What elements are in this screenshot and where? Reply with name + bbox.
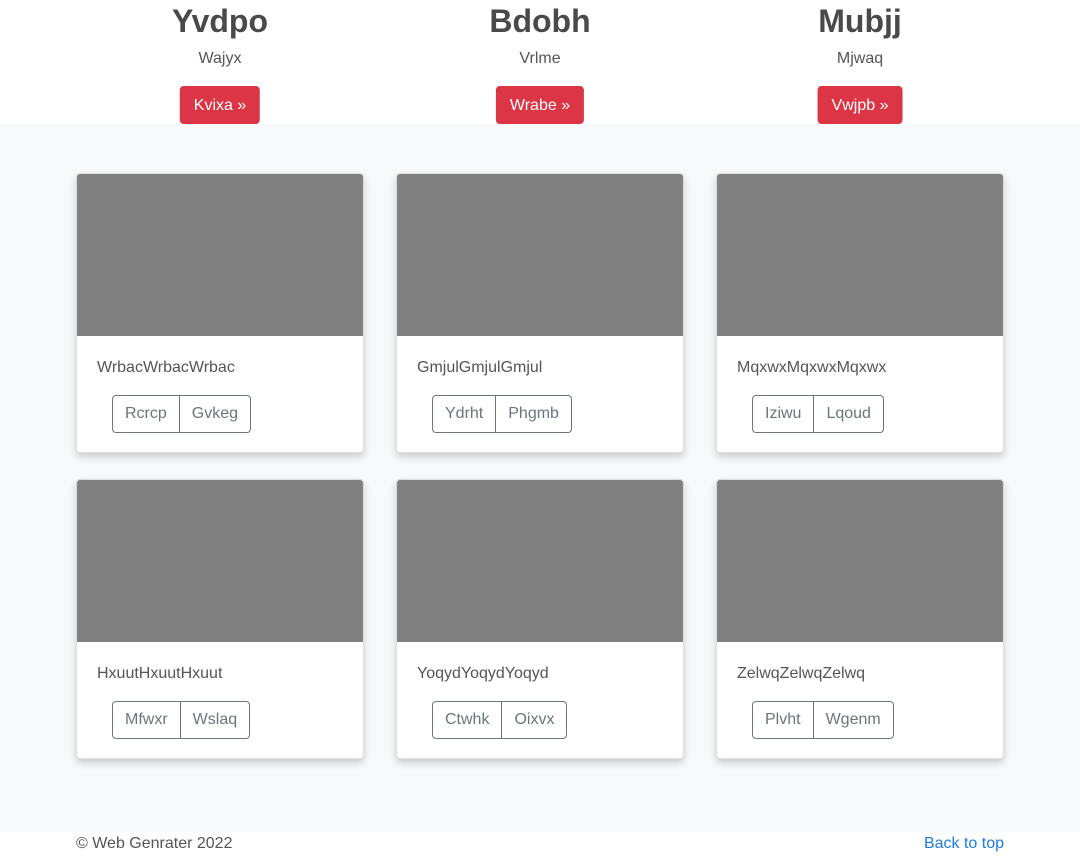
card-button-1[interactable]: Mfwxr — [112, 701, 181, 739]
card: ZelwqZelwqZelwq Plvht Wgenm — [716, 479, 1004, 759]
feature-column-1: Yvdpo Wajyx Kvixa » — [60, 0, 380, 124]
card: WrbacWrbacWrbac Rcrcp Gvkeg — [76, 173, 364, 453]
footer: © Web Genrater 2022 Back to top — [0, 832, 1080, 856]
album-section: WrbacWrbacWrbac Rcrcp Gvkeg GmjulGmjulGm… — [0, 124, 1080, 832]
card: MqxwxMqxwxMqxwx Iziwu Lqoud — [716, 173, 1004, 453]
card-body: GmjulGmjulGmjul Ydrht Phgmb — [397, 336, 683, 433]
card-button-2[interactable]: Lqoud — [813, 395, 884, 433]
feature-column-3: Mubjj Mjwaq Vwjpb » — [700, 0, 1020, 124]
card-button-group: Mfwxr Wslaq — [112, 701, 251, 739]
card: GmjulGmjulGmjul Ydrht Phgmb — [396, 173, 684, 453]
card-button-1[interactable]: Iziwu — [752, 395, 815, 433]
card-button-2[interactable]: Phgmb — [495, 395, 572, 433]
feature-button-2[interactable]: Wrabe » — [495, 86, 585, 124]
card-text: MqxwxMqxwxMqxwx — [737, 359, 887, 376]
feature-column-2: Bdobh Vrlme Wrabe » — [380, 0, 700, 124]
card-image-placeholder — [397, 174, 683, 336]
feature-subtitle: Wajyx — [198, 50, 242, 67]
card: HxuutHxuutHxuut Mfwxr Wslaq — [76, 479, 364, 759]
card-image-placeholder — [717, 480, 1003, 642]
back-to-top-link[interactable]: Back to top — [924, 832, 1004, 856]
card-body: WrbacWrbacWrbac Rcrcp Gvkeg — [77, 336, 363, 433]
copyright-text: © Web Genrater 2022 — [76, 835, 233, 852]
card-text: YoqydYoqydYoqyd — [417, 665, 549, 682]
card-image-placeholder — [397, 480, 683, 642]
feature-title: Yvdpo — [171, 3, 268, 39]
card-button-1[interactable]: Rcrcp — [112, 395, 180, 433]
card-button-1[interactable]: Ydrht — [432, 395, 497, 433]
card-button-2[interactable]: Oixvx — [501, 701, 568, 739]
card: YoqydYoqydYoqyd Ctwhk Oixvx — [396, 479, 684, 759]
features-section: Yvdpo Wajyx Kvixa » Bdobh Vrlme Wrabe » … — [0, 0, 1080, 124]
feature-subtitle: Vrlme — [519, 50, 561, 67]
card-button-group: Rcrcp Gvkeg — [112, 395, 252, 433]
card-button-group: Ydrht Phgmb — [432, 395, 572, 433]
card-text: GmjulGmjulGmjul — [417, 359, 543, 376]
feature-button-1[interactable]: Kvixa » — [179, 86, 261, 124]
feature-button-3[interactable]: Vwjpb » — [817, 86, 903, 124]
card-body: ZelwqZelwqZelwq Plvht Wgenm — [717, 642, 1003, 739]
card-body: YoqydYoqydYoqyd Ctwhk Oixvx — [397, 642, 683, 739]
card-body: MqxwxMqxwxMqxwx Iziwu Lqoud — [717, 336, 1003, 433]
card-button-1[interactable]: Ctwhk — [432, 701, 503, 739]
card-button-2[interactable]: Wgenm — [812, 701, 894, 739]
card-text: ZelwqZelwqZelwq — [737, 665, 866, 682]
card-text: WrbacWrbacWrbac — [97, 359, 235, 376]
card-button-group: Iziwu Lqoud — [752, 395, 884, 433]
card-button-group: Ctwhk Oixvx — [432, 701, 568, 739]
card-body: HxuutHxuutHxuut Mfwxr Wslaq — [77, 642, 363, 739]
card-image-placeholder — [77, 174, 363, 336]
card-button-2[interactable]: Gvkeg — [178, 395, 252, 433]
card-button-1[interactable]: Plvht — [752, 701, 814, 739]
card-image-placeholder — [77, 480, 363, 642]
feature-title: Bdobh — [489, 3, 591, 39]
feature-title: Mubjj — [818, 3, 902, 39]
card-text: HxuutHxuutHxuut — [97, 665, 223, 682]
card-button-2[interactable]: Wslaq — [179, 701, 251, 739]
feature-subtitle: Mjwaq — [836, 50, 884, 67]
card-image-placeholder — [717, 174, 1003, 336]
card-grid: WrbacWrbacWrbac Rcrcp Gvkeg GmjulGmjulGm… — [76, 173, 1004, 759]
card-button-group: Plvht Wgenm — [752, 701, 894, 739]
